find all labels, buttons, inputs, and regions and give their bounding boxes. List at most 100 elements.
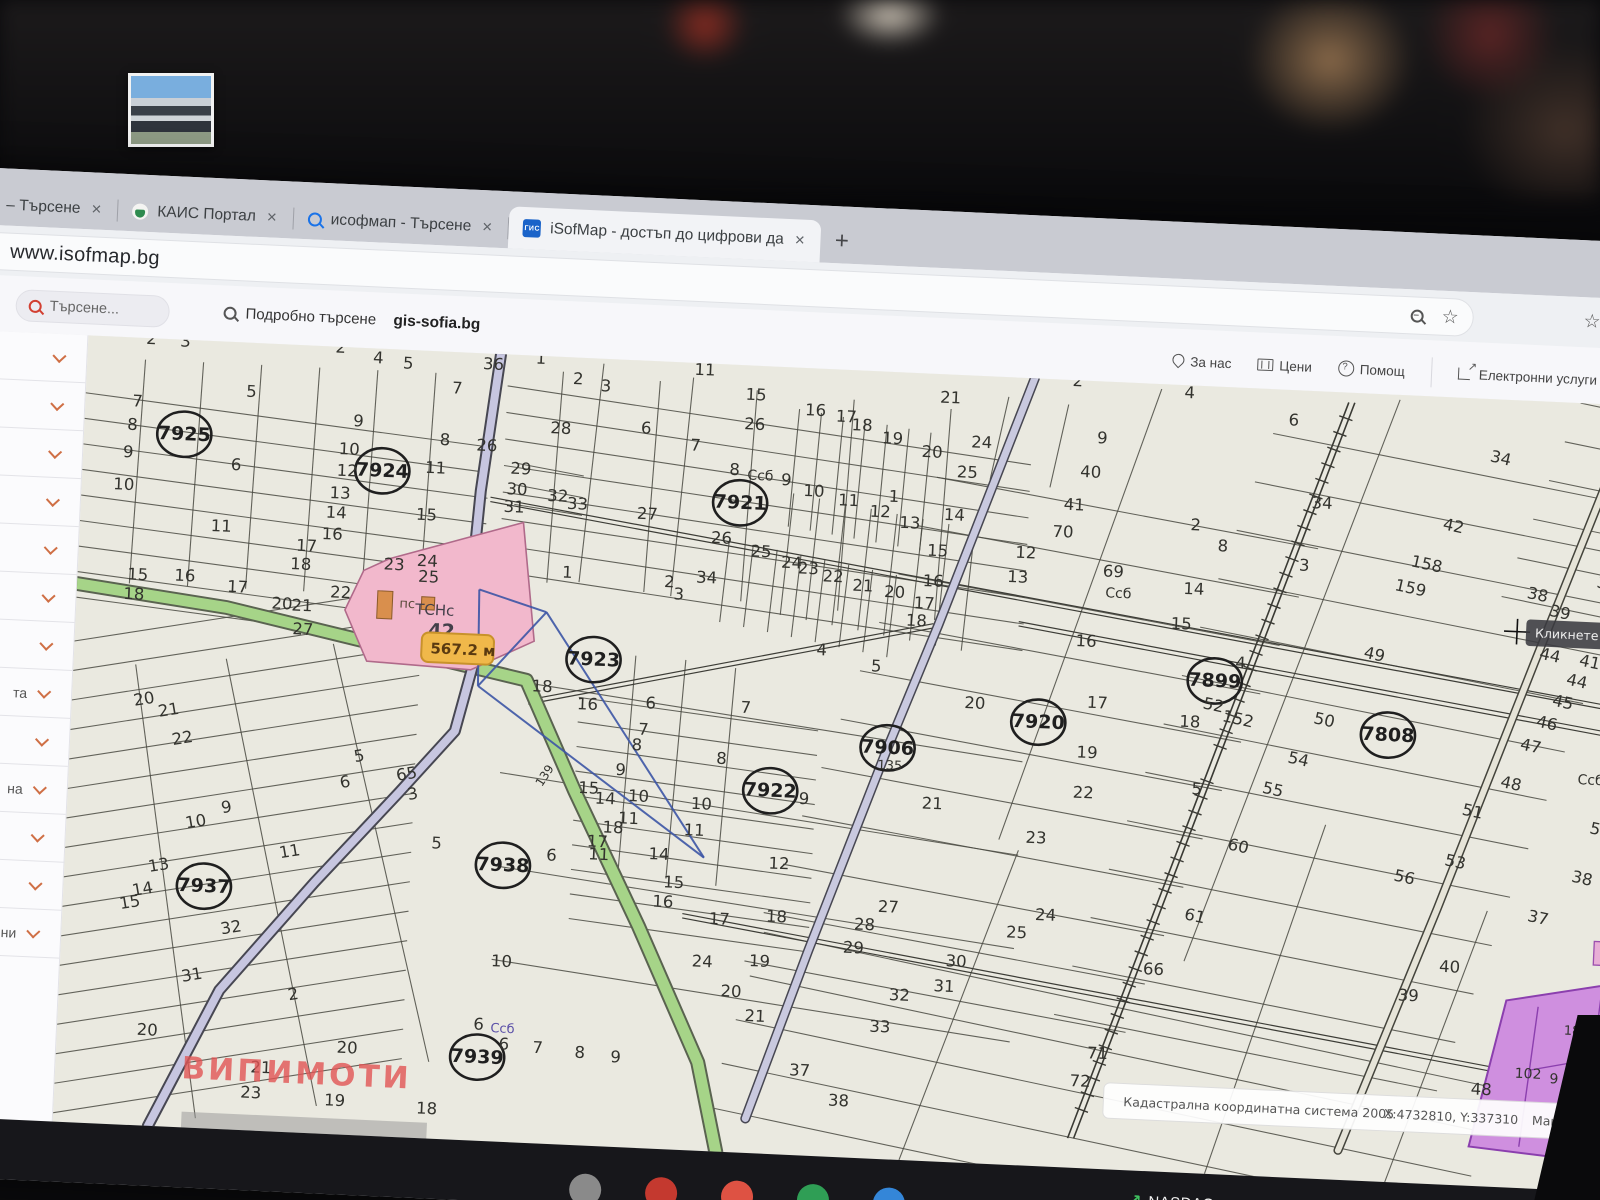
zoom-out-icon[interactable] — [1410, 309, 1424, 323]
svg-text:135: 135 — [877, 758, 903, 774]
sidebar-item-6[interactable] — [0, 616, 74, 671]
svg-text:11: 11 — [210, 516, 232, 536]
svg-text:31: 31 — [933, 976, 955, 996]
svg-text:15: 15 — [927, 541, 949, 561]
tab-close-icon[interactable]: × — [480, 217, 495, 238]
browser-tab-0[interactable]: – Търсене× — [0, 182, 118, 231]
chevron-down-icon — [33, 780, 47, 794]
svg-text:31: 31 — [503, 497, 525, 517]
chevron-down-icon — [44, 540, 58, 554]
svg-text:16: 16 — [174, 566, 196, 586]
svg-text:8: 8 — [631, 735, 642, 754]
svg-text:28: 28 — [854, 915, 876, 935]
svg-text:37: 37 — [789, 1060, 811, 1080]
svg-text:31: 31 — [180, 964, 204, 986]
sidebar-item-1[interactable] — [0, 376, 85, 431]
room-background-blur — [0, 0, 1600, 200]
sidebar-item-11[interactable] — [0, 855, 63, 910]
svg-text:7939: 7939 — [450, 1045, 504, 1069]
svg-text:48: 48 — [1470, 1080, 1492, 1100]
svg-text:22: 22 — [330, 583, 352, 603]
sidebar-item-2[interactable] — [0, 424, 83, 479]
svg-text:15: 15 — [745, 385, 767, 405]
sidebar-item-3[interactable] — [0, 472, 81, 527]
map-container[interactable]: псТСНс42268567.2 м7925792479217923792279… — [53, 335, 1600, 1194]
stock-ticker[interactable]: ↗ NASDAQ +1.22% — [1127, 1190, 1269, 1200]
svg-text:20: 20 — [271, 594, 293, 614]
svg-text:18: 18 — [290, 554, 312, 574]
svg-text:18: 18 — [416, 1099, 438, 1119]
sidebar-item-4[interactable] — [0, 520, 79, 575]
cadastral-map[interactable]: псТСНс42268567.2 м7925792479217923792279… — [53, 335, 1600, 1194]
svg-text:7808: 7808 — [1361, 723, 1415, 747]
search-input[interactable]: Търсене... — [15, 289, 170, 328]
nav-help[interactable]: Помощ — [1337, 360, 1405, 379]
sidebar-item-9[interactable]: на — [0, 759, 68, 814]
gis-favicon: ГИС — [523, 219, 542, 238]
bookmarks-list-icon[interactable]: ☆ — [1583, 310, 1600, 334]
sidebar-item-8[interactable] — [0, 711, 70, 766]
svg-text:3: 3 — [673, 584, 684, 603]
svg-text:32: 32 — [219, 916, 243, 938]
svg-text:16: 16 — [321, 524, 343, 544]
svg-text:11: 11 — [694, 360, 716, 380]
tab-label: iSofMap - достъп до цифрови да — [550, 220, 784, 249]
svg-text:10: 10 — [113, 474, 135, 494]
svg-text:20: 20 — [884, 582, 906, 602]
svg-text:24: 24 — [1035, 905, 1057, 925]
svg-text:Ссб: Ссб — [1105, 585, 1132, 602]
money-icon — [1257, 358, 1274, 371]
external-icon — [1458, 368, 1471, 381]
nav-about[interactable]: За нас — [1172, 353, 1232, 371]
taskbar-app-0[interactable] — [568, 1173, 601, 1200]
taskbar-app-icons[interactable] — [568, 1173, 905, 1200]
tab-close-icon[interactable]: × — [89, 199, 104, 220]
svg-text:3: 3 — [1299, 556, 1310, 575]
sidebar-item-5[interactable] — [0, 568, 77, 623]
svg-text:65: 65 — [395, 763, 419, 785]
detailed-search-icon — [223, 306, 237, 320]
laptop-screen: – Търсене×КАИС Портал×исофмап - Търсене×… — [0, 165, 1600, 1200]
tab-close-icon[interactable]: × — [792, 230, 807, 251]
detailed-search-link[interactable]: Подробно търсене — [223, 304, 376, 328]
ticker-up-icon: ↗ — [1127, 1190, 1141, 1200]
svg-text:14: 14 — [325, 503, 347, 523]
gis-sofia-link[interactable]: gis-sofia.bg — [393, 312, 481, 334]
svg-text:16: 16 — [1075, 631, 1097, 651]
svg-text:8: 8 — [716, 749, 727, 768]
svg-text:15: 15 — [118, 891, 142, 913]
svg-text:13: 13 — [147, 854, 171, 876]
svg-text:Ссб: Ссб — [1577, 772, 1600, 789]
sidebar-item-0[interactable] — [0, 328, 87, 383]
taskbar-app-1[interactable] — [644, 1177, 677, 1200]
svg-text:34: 34 — [696, 568, 718, 588]
new-tab-button[interactable]: + — [834, 227, 849, 256]
svg-text:4: 4 — [1184, 383, 1195, 402]
svg-text:102: 102 — [1514, 1066, 1541, 1083]
svg-text:10: 10 — [690, 794, 712, 814]
nav-prices[interactable]: Цени — [1257, 357, 1312, 374]
taskbar-app-4[interactable] — [872, 1187, 905, 1200]
sidebar-item-7[interactable]: та — [0, 663, 72, 718]
svg-text:9: 9 — [123, 442, 134, 461]
tab-close-icon[interactable]: × — [264, 207, 279, 228]
svg-text:7923: 7923 — [567, 648, 621, 672]
sidebar-item-label: ни — [0, 924, 16, 941]
help-icon — [1337, 360, 1354, 377]
taskbar-app-2[interactable] — [720, 1180, 753, 1200]
svg-text:25: 25 — [1006, 923, 1028, 943]
kais-favicon — [132, 203, 149, 220]
nav-eservices[interactable]: Електронни услуги — [1457, 366, 1597, 387]
sidebar-item-12[interactable]: ни — [0, 903, 61, 958]
svg-text:33: 33 — [567, 494, 589, 514]
svg-text:71: 71 — [1087, 1043, 1109, 1063]
url-text: www.isofmap.bg — [10, 240, 161, 270]
sidebar-item-10[interactable] — [0, 807, 66, 862]
svg-text:10: 10 — [491, 951, 513, 971]
svg-text:14: 14 — [648, 844, 670, 864]
svg-text:567.2 м: 567.2 м — [430, 639, 496, 660]
taskbar-app-3[interactable] — [796, 1183, 829, 1200]
photo-of-laptop: – Търсене×КАИС Портал×исофмап - Търсене×… — [0, 0, 1600, 1200]
bookmark-star-icon[interactable]: ☆ — [1441, 305, 1459, 329]
svg-text:26: 26 — [476, 436, 498, 456]
